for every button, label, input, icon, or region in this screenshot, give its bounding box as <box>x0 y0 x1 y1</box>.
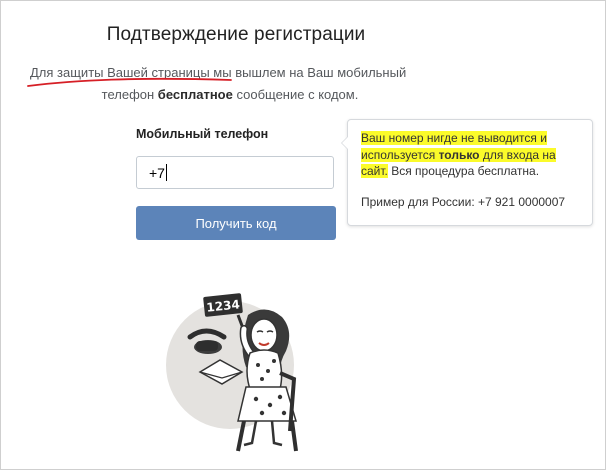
intro-part-1: мы вышлем на Ваш мобильный <box>209 65 407 80</box>
red-underline-annotation <box>27 77 232 87</box>
intro-bold-free: бесплатное <box>157 87 233 102</box>
info-tooltip: Ваш номер нигде не выводится и используе… <box>341 119 593 226</box>
intro-underlined-phrase: Для защиты Вашей страницы <box>27 62 232 87</box>
page-title: Подтверждение регистрации <box>106 24 366 45</box>
woman-phone-illustration: 1234 <box>166 293 298 452</box>
intro-text: Для защиты Вашей страницы мы вышлем на В… <box>27 62 450 106</box>
tooltip-description: Ваш номер нигде не выводится и используе… <box>361 131 556 178</box>
phone-input-value: +7 <box>149 164 165 181</box>
text-caret <box>165 164 167 181</box>
get-code-button-label: Получить код <box>195 215 277 231</box>
get-code-button[interactable]: Получить код <box>136 206 336 240</box>
tooltip-example: Пример для России: +7 921 0000007 <box>361 194 566 209</box>
phone-label: Мобильный телефон <box>136 127 269 141</box>
phone-input[interactable]: +7 <box>136 156 334 189</box>
